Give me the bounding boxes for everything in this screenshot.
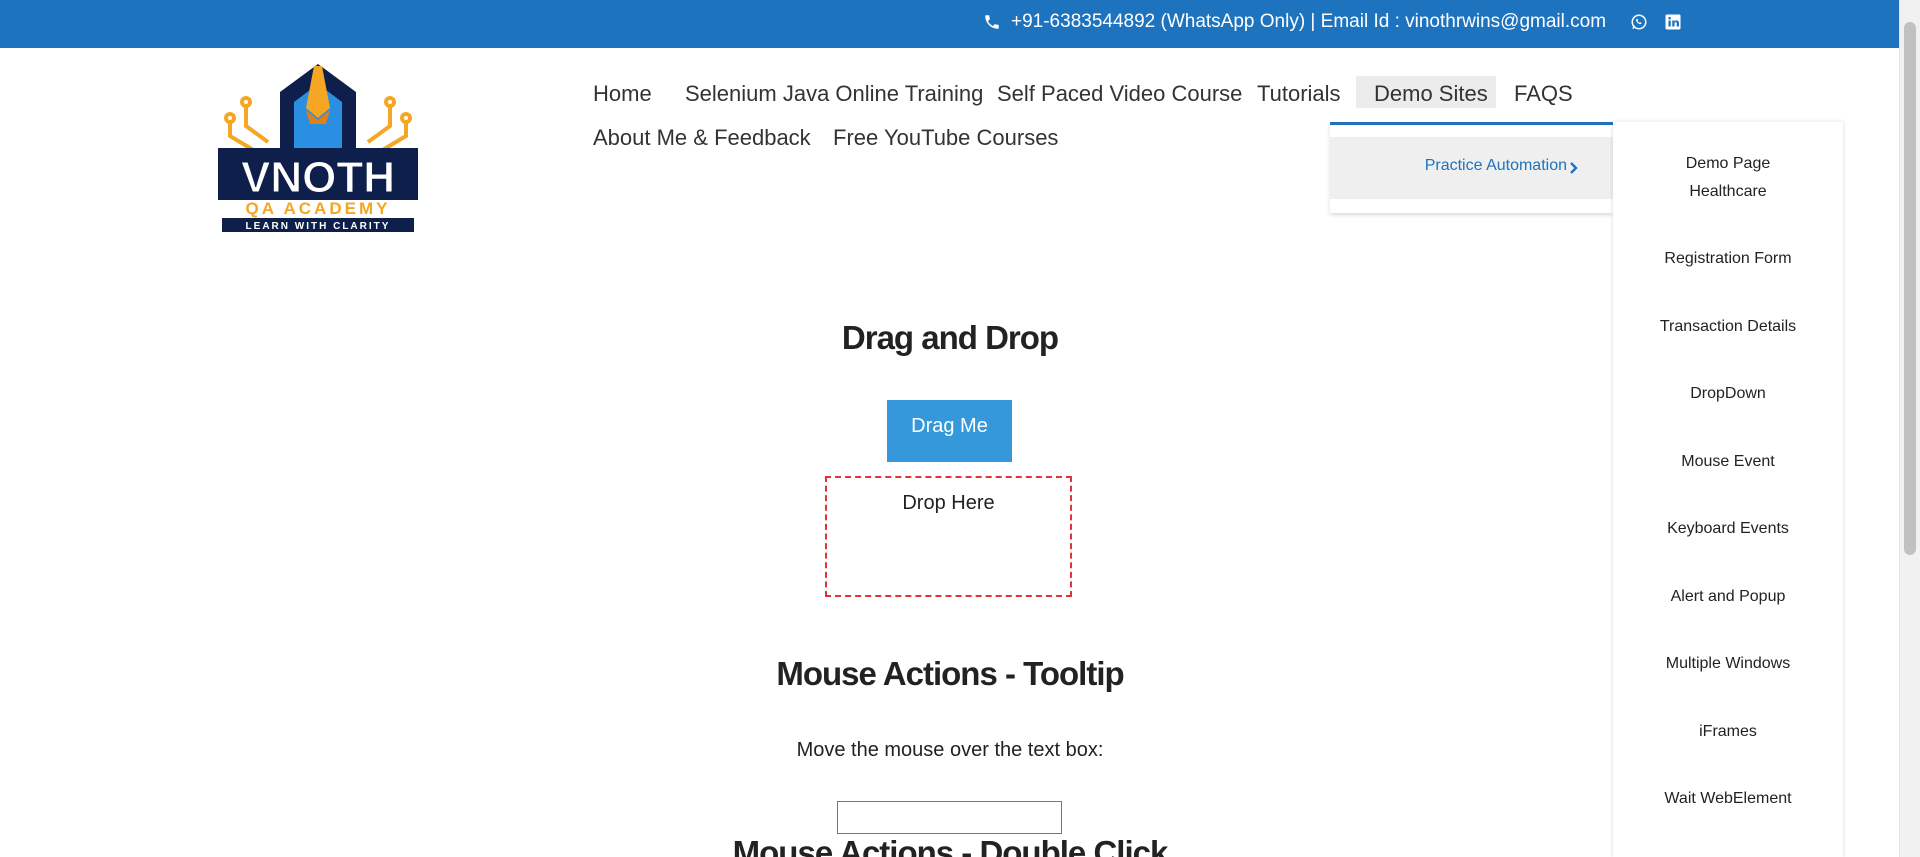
submenu-item-registration-form[interactable]: Registration Form bbox=[1613, 245, 1843, 273]
drag-and-drop-heading: Drag and Drop bbox=[841, 319, 1059, 356]
linkedin-icon[interactable] bbox=[1664, 13, 1682, 31]
logo-wordmark: VNOTH bbox=[241, 153, 395, 202]
page-scrollbar[interactable] bbox=[1899, 0, 1920, 857]
double-click-heading: Mouse Actions - Double Click bbox=[732, 834, 1169, 857]
top-contact-bar: +91-6383544892 (WhatsApp Only) | Email I… bbox=[0, 0, 1900, 48]
submenu-item-demo-page-healthcare[interactable]: Demo Page Healthcare bbox=[1613, 150, 1843, 206]
demo-sites-dropdown: Practice Automation bbox=[1330, 122, 1613, 213]
site-logo[interactable]: VNOTH QA ACADEMY LEARN WITH CLARITY bbox=[216, 62, 420, 232]
nav-selenium-java-online-training[interactable]: Selenium Java Online Training bbox=[685, 81, 983, 107]
dropdown-item-practice-automation[interactable]: Practice Automation bbox=[1330, 137, 1613, 199]
nav-home[interactable]: Home bbox=[593, 81, 652, 107]
scrollbar-thumb[interactable] bbox=[1904, 22, 1916, 555]
drop-here-zone[interactable]: Drop Here bbox=[825, 476, 1072, 597]
submenu-item-mouse-event[interactable]: Mouse Event bbox=[1613, 448, 1843, 476]
nav-faqs[interactable]: FAQS bbox=[1514, 81, 1573, 107]
whatsapp-icon[interactable] bbox=[1630, 13, 1648, 31]
nav-free-youtube-courses[interactable]: Free YouTube Courses bbox=[833, 125, 1058, 151]
tooltip-hint-text: Move the mouse over the text box: bbox=[796, 739, 1104, 761]
logo-subtitle: QA ACADEMY bbox=[246, 199, 391, 218]
submenu-label: Healthcare bbox=[1689, 183, 1767, 200]
phone-icon bbox=[983, 13, 1001, 31]
logo-tagline: LEARN WITH CLARITY bbox=[246, 221, 391, 232]
contact-info: +91-6383544892 (WhatsApp Only) | Email I… bbox=[983, 11, 1606, 33]
nav-self-paced-video-course[interactable]: Self Paced Video Course bbox=[997, 81, 1242, 107]
contact-text: +91-6383544892 (WhatsApp Only) | Email I… bbox=[1011, 11, 1607, 32]
chevron-right-icon bbox=[1569, 161, 1579, 179]
dropdown-item-label: Practice Automation bbox=[1424, 157, 1567, 174]
nav-demo-sites[interactable]: Demo Sites bbox=[1374, 81, 1488, 107]
drag-me-box[interactable]: Drag Me bbox=[887, 400, 1012, 462]
submenu-item-wait-webelement[interactable]: Wait WebElement bbox=[1613, 785, 1843, 813]
nav-tutorials[interactable]: Tutorials bbox=[1257, 81, 1341, 107]
submenu-label: Demo Page bbox=[1685, 155, 1771, 172]
double-click-heading-container: Mouse Actions - Double Click bbox=[0, 833, 1900, 857]
submenu-item-keyboard-events[interactable]: Keyboard Events bbox=[1613, 515, 1843, 543]
submenu-item-alert-and-popup[interactable]: Alert and Popup bbox=[1613, 583, 1843, 611]
drop-here-label: Drop Here bbox=[902, 492, 995, 514]
nav-about-me-feedback[interactable]: About Me & Feedback bbox=[593, 125, 811, 151]
tooltip-heading: Mouse Actions - Tooltip bbox=[776, 655, 1124, 692]
tooltip-text-box[interactable] bbox=[837, 801, 1062, 834]
submenu-item-dropdown[interactable]: DropDown bbox=[1613, 380, 1843, 408]
